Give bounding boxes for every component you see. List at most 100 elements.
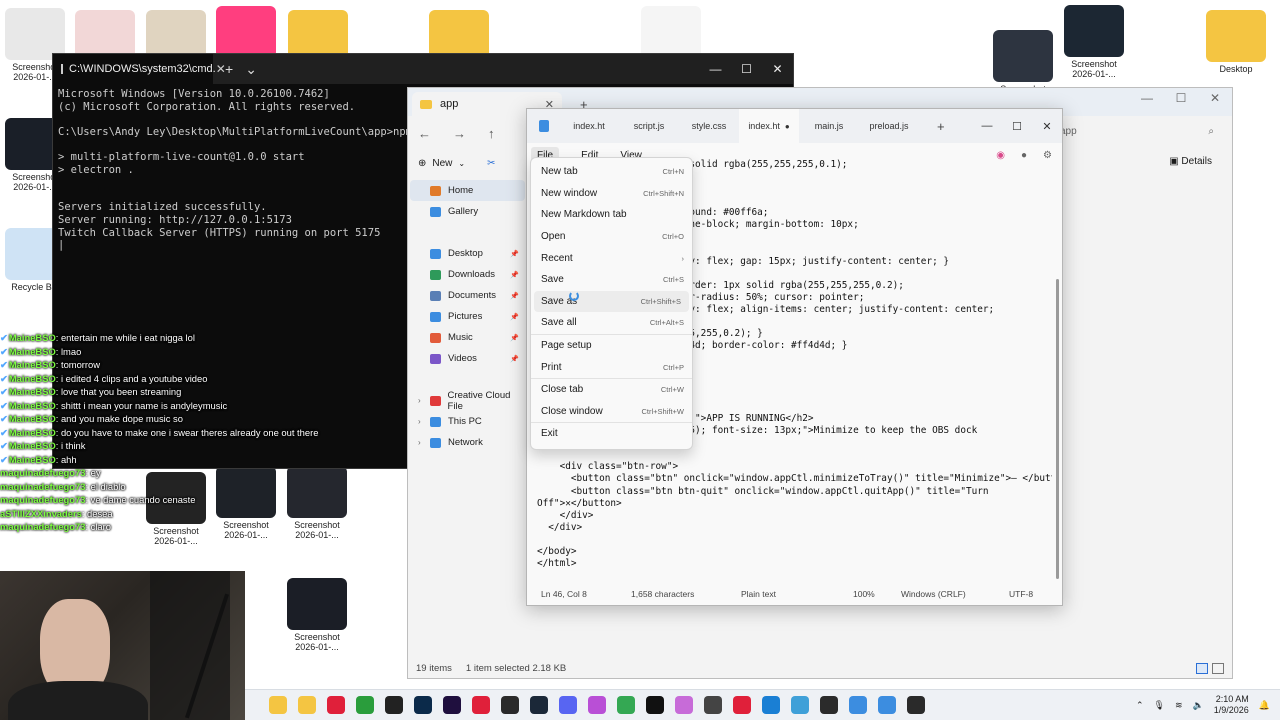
menu-item-open[interactable]: Open Ctrl+O xyxy=(531,226,692,248)
sidebar-item-pictures[interactable]: Pictures 📌 xyxy=(410,306,525,327)
edge-icon[interactable] xyxy=(761,696,780,714)
app-icon-4[interactable] xyxy=(790,696,809,714)
desktop-icon[interactable]: Screenshot 2026-01-... xyxy=(1059,5,1129,79)
menu-item-save-as[interactable]: Save as Ctrl+Shift+S xyxy=(534,290,689,313)
chrome-icon[interactable] xyxy=(616,696,635,714)
close-button[interactable]: ✕ xyxy=(1198,88,1232,105)
sidebar-item-downloads[interactable]: Downloads 📌 xyxy=(410,264,525,285)
zoom-level[interactable]: 100% xyxy=(853,589,901,599)
address-bar[interactable]: app ⌕ xyxy=(1052,121,1222,143)
list-view-icon[interactable] xyxy=(1196,663,1208,674)
opera-icon[interactable] xyxy=(326,696,345,714)
record-icon[interactable] xyxy=(471,696,490,714)
new-tab-button[interactable]: + xyxy=(225,61,233,77)
menu-item-recent[interactable]: Recent › xyxy=(531,247,692,269)
encoding[interactable]: UTF-8 xyxy=(1009,589,1033,599)
chevron-down-icon[interactable]: ⌄ xyxy=(245,61,257,78)
desktop-icon[interactable] xyxy=(211,6,281,60)
sidebar-item-this-pc[interactable]: › This PC xyxy=(410,411,525,432)
desktop-icon[interactable] xyxy=(636,6,706,60)
menu-item-save-all[interactable]: Save all Ctrl+Alt+S xyxy=(531,312,692,334)
maximize-button[interactable]: ☐ xyxy=(1164,88,1198,105)
premiere-icon[interactable] xyxy=(442,696,461,714)
chat-message: maquinadefuego73: ve dame cuando cenaste xyxy=(0,493,410,507)
editor-scrollbar[interactable] xyxy=(1056,279,1059,579)
tab-preload-js[interactable]: preload.js xyxy=(859,109,919,143)
cut-icon[interactable]: ✂ xyxy=(487,158,495,169)
grid-view-icon[interactable] xyxy=(1212,663,1224,674)
new-button[interactable]: ⊕ New ⌄ xyxy=(418,158,465,169)
discord-icon[interactable] xyxy=(558,696,577,714)
sidebar-item-home[interactable]: Home xyxy=(410,180,525,201)
app-icon[interactable] xyxy=(587,696,606,714)
terminal-icon[interactable] xyxy=(819,696,838,714)
sidebar-item-label: Pictures xyxy=(448,311,483,322)
chevron-up-icon[interactable]: ⌃ xyxy=(1136,700,1144,711)
wifi-icon[interactable]: ≋ xyxy=(1175,700,1183,711)
chevron-right-icon[interactable]: › xyxy=(418,438,421,447)
desktop-icon[interactable]: Desktop xyxy=(1201,10,1271,74)
epic-icon[interactable] xyxy=(500,696,519,714)
cmd-tab[interactable]: C:\WINDOWS\system32\cmd. ✕ xyxy=(53,54,226,84)
app-icon-5[interactable] xyxy=(877,696,896,714)
close-button[interactable]: ✕ xyxy=(762,62,793,76)
volume-icon[interactable]: 🔈 xyxy=(1193,700,1204,711)
tab-main-js[interactable]: main.js xyxy=(799,109,859,143)
sidebar-item-videos[interactable]: Videos 📌 xyxy=(410,348,525,369)
line-ending[interactable]: Windows (CRLF) xyxy=(901,589,1009,599)
chevron-right-icon[interactable]: › xyxy=(418,396,421,405)
tab-index-ht[interactable]: index.ht xyxy=(559,109,619,143)
menu-item-page-setup[interactable]: Page setup xyxy=(531,335,692,357)
menu-item-close-window[interactable]: Close window Ctrl+Shift+W xyxy=(531,401,692,423)
close-button[interactable]: ✕ xyxy=(1032,120,1062,133)
details-button[interactable]: ▣ Details xyxy=(1169,156,1212,167)
steam-icon[interactable] xyxy=(529,696,548,714)
menu-item-save[interactable]: Save Ctrl+S xyxy=(531,269,692,291)
notification-bell-icon[interactable]: 🔔 xyxy=(1259,700,1270,711)
photoshop-icon[interactable] xyxy=(413,696,432,714)
clock[interactable]: 2:10 AM 1/9/2026 xyxy=(1214,694,1249,716)
minimize-button[interactable]: — xyxy=(700,62,731,76)
forward-arrow-icon[interactable]: → xyxy=(453,126,466,141)
xbox-icon[interactable] xyxy=(355,696,374,714)
back-arrow-icon[interactable]: ← xyxy=(418,126,431,141)
desktop-icon-label: Screenshot 2026-01-... xyxy=(1071,59,1117,79)
sidebar-item-network[interactable]: › Network xyxy=(410,432,525,453)
microphone-icon[interactable]: 🎙 xyxy=(1154,700,1165,711)
checkmark-icon: ✔ xyxy=(0,359,8,370)
tab-style-css[interactable]: style.css xyxy=(679,109,739,143)
chevron-right-icon[interactable]: › xyxy=(418,417,421,426)
maximize-button[interactable]: ☐ xyxy=(1002,120,1032,133)
notepad-icon[interactable] xyxy=(848,696,867,714)
search-icon[interactable]: ⌕ xyxy=(1208,126,1214,137)
capcut-icon[interactable] xyxy=(384,696,403,714)
sidebar-item-music[interactable]: Music 📌 xyxy=(410,327,525,348)
up-arrow-icon[interactable]: ↑ xyxy=(488,126,495,141)
menu-item-new-markdown-tab[interactable]: New Markdown tab xyxy=(531,204,692,226)
creative-cloud-icon[interactable] xyxy=(732,696,751,714)
explorer-icon[interactable] xyxy=(297,696,316,714)
file-explorer-icon[interactable] xyxy=(268,696,287,714)
folder-icon xyxy=(430,311,441,322)
tab-script-js[interactable]: script.js xyxy=(619,109,679,143)
menu-item-print[interactable]: Print Ctrl+P xyxy=(531,356,692,378)
minimize-button[interactable]: — xyxy=(1130,88,1164,105)
menu-item-exit[interactable]: Exit xyxy=(531,423,692,445)
menu-item-close-tab[interactable]: Close tab Ctrl+W xyxy=(531,379,692,401)
app-icon-3[interactable] xyxy=(703,696,722,714)
tiktok-icon[interactable] xyxy=(645,696,664,714)
sidebar-item-documents[interactable]: Documents 📌 xyxy=(410,285,525,306)
desktop-icon[interactable]: Screenshot 2026-01-... xyxy=(282,578,352,652)
tab-index-ht[interactable]: index.ht ● xyxy=(739,109,799,143)
obs-icon[interactable] xyxy=(906,696,925,714)
minimize-button[interactable]: — xyxy=(972,120,1002,133)
menu-item-new-tab[interactable]: New tab Ctrl+N xyxy=(531,161,692,183)
new-tab-button[interactable]: + xyxy=(937,119,945,134)
maximize-button[interactable]: ☐ xyxy=(731,62,762,76)
sidebar-item-desktop[interactable]: Desktop 📌 xyxy=(410,243,525,264)
sidebar-item-creative-cloud-file[interactable]: › Creative Cloud File xyxy=(410,390,525,412)
app-icon-2[interactable] xyxy=(674,696,693,714)
menu-item-new-window[interactable]: New window Ctrl+Shift+N xyxy=(531,183,692,205)
cmd-titlebar[interactable]: C:\WINDOWS\system32\cmd. ✕ + ⌄ — ☐ ✕ xyxy=(53,54,793,84)
sidebar-item-gallery[interactable]: Gallery xyxy=(410,201,525,222)
